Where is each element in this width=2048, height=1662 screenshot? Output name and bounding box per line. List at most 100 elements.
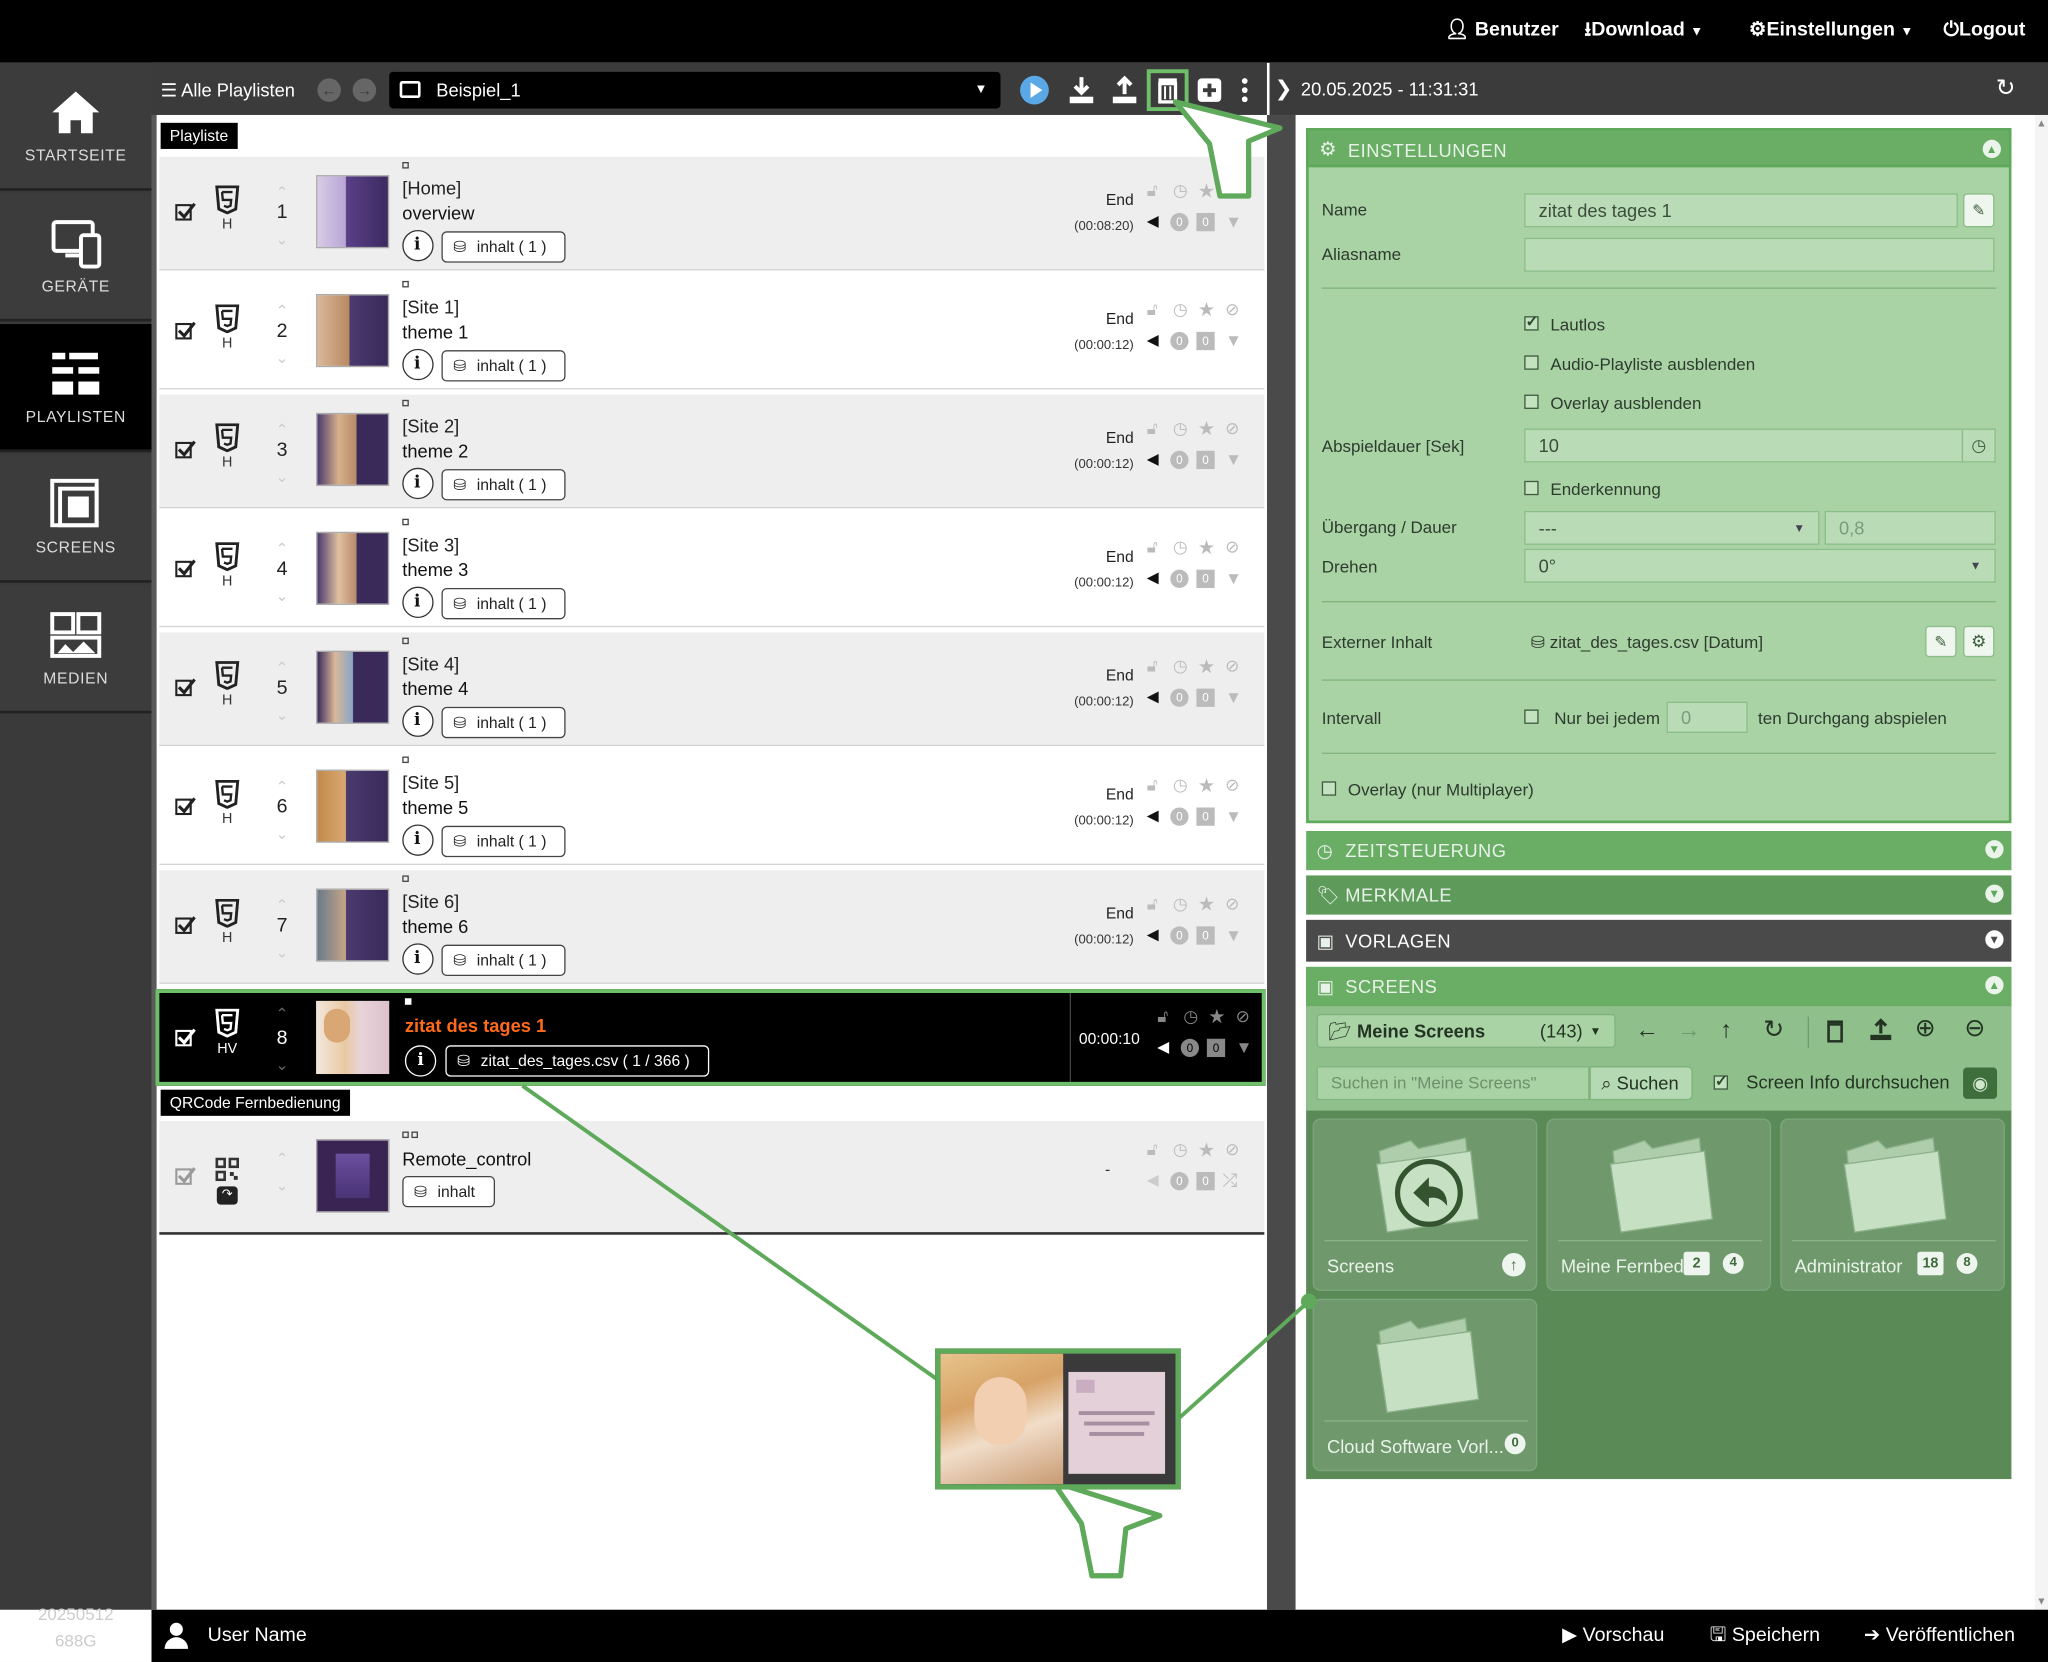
filter-icon[interactable]: ▼ [1225,806,1242,826]
info-icon[interactable] [402,705,434,737]
content-button[interactable]: ⛁ inhalt ( 1 ) [441,825,567,858]
overlay-checkbox[interactable] [1524,394,1539,409]
dauer-input[interactable]: 10 [1524,428,1964,463]
sidebar-item-startseite[interactable]: STARTSEITE [0,62,152,191]
edit-icon[interactable]: ✎ [1925,625,1957,658]
sidebar-item-medien[interactable]: MEDIEN [0,585,152,714]
clock-icon[interactable]: ◷ [1173,180,1188,201]
section-zeitsteuerung[interactable]: ◷ ZEITSTEUERUNG ▼ [1306,830,2012,871]
intervall-checkbox[interactable] [1524,709,1539,724]
move-up-icon[interactable]: ⌃ [272,1005,293,1023]
clock-icon[interactable]: ◷ [1173,656,1188,677]
info-icon[interactable] [402,467,434,500]
chevron-down-icon[interactable]: ▼ [1985,840,2004,859]
mute-icon[interactable]: ◀ [1147,331,1159,349]
content-button[interactable]: ⛁ inhalt ( 1 ) [441,944,567,977]
filter-icon[interactable]: ▼ [1225,449,1242,469]
uebergang-select[interactable]: --- ▼ [1524,510,1820,545]
playlist-row[interactable]: H ⌃5 ⌄ [Site 4] theme 4 ⛁ inhalt ( 1 ) End (00:0… [159,632,1265,747]
move-up-icon[interactable]: ⌃ [272,660,293,676]
row-title[interactable]: theme 2 [402,440,468,461]
disable-icon[interactable]: ⊘ [1225,894,1239,915]
info-icon[interactable] [402,348,434,381]
playlist-row[interactable]: H ⌃1 ⌄ [Home] overview ⛁ inhalt ( 1 ) End (00:08… [159,156,1265,271]
mute-icon[interactable]: ◀ [1147,687,1159,705]
checkbox-checked-icon[interactable] [175,201,196,222]
arrow-left-icon[interactable]: ← [1635,1017,1659,1044]
clock-icon[interactable]: ◷ [1183,1006,1198,1027]
content-file-button[interactable]: ⛁ zitat_des_tages.csv ( 1 / 366 ) [445,1045,710,1077]
playlist-row[interactable]: H ⌃4 ⌄ [Site 3] theme 3 ⛁ inhalt ( 1 ) End (00:0… [159,513,1265,628]
lock-icon[interactable]: 🔓︎ [1147,656,1158,677]
chevron-right-icon[interactable]: ❯ [1275,76,1293,102]
mute-icon[interactable]: ◀ [1147,925,1159,943]
lock-icon[interactable]: 🔓︎ [1147,894,1158,915]
sidebar-item-playlisten[interactable]: PLAYLISTEN [0,324,152,453]
disable-icon[interactable]: ⊘ [1225,656,1239,677]
move-up-icon[interactable]: ⌃ [272,184,293,200]
uebergang-dauer-input[interactable]: 0,8 [1824,510,1996,545]
drehen-select[interactable]: 0° ▼ [1524,548,1996,583]
playlist-select[interactable]: Beispiel_1 ▼ [389,71,1001,109]
audio-checkbox[interactable] [1524,355,1539,370]
trash-icon[interactable] [1823,1019,1847,1043]
move-down-icon[interactable]: ⌄ [272,707,293,723]
checkbox-checked-icon[interactable] [175,1027,196,1048]
disable-icon[interactable]: ⊘ [1225,299,1239,320]
download-icon[interactable] [1066,74,1097,105]
lautlos-checkbox[interactable]: ✓ [1524,312,1539,331]
download-menu[interactable]: ⭳Download ▼ [1584,0,1703,60]
lock-icon[interactable]: 🔓︎ [1147,418,1158,439]
sidebar-item-screens[interactable]: SCREENS [0,454,152,583]
section-merkmale[interactable]: 🏷︎ MERKMALE ▼ [1306,875,2012,915]
zoom-out-icon[interactable]: ⊖ [1964,1014,1985,1044]
content-button[interactable]: ⛁ inhalt [402,1175,495,1208]
star-icon[interactable]: ★ [1208,1005,1226,1028]
section-vorlagen[interactable]: ▣ VORLAGEN ▼ [1306,919,2012,962]
checkbox-checked-icon[interactable] [175,796,196,817]
info-icon[interactable] [402,943,434,975]
star-icon[interactable]: ★ [1198,774,1216,797]
shuffle-icon[interactable]: ⤮ [1223,1169,1238,1191]
lock-icon[interactable]: 🔓︎ [1147,299,1158,320]
chevron-down-icon[interactable]: ▼ [1985,930,2004,949]
intervall-input[interactable]: 0 [1666,701,1748,734]
lock-icon[interactable]: 🔓︎ [1147,537,1158,558]
filter-icon[interactable]: ▼ [1225,687,1242,707]
play-icon[interactable] [1019,74,1050,105]
disable-icon[interactable]: ⊘ [1225,1139,1239,1160]
row-title[interactable]: theme 1 [402,321,468,342]
enderkennung-checkbox[interactable] [1524,480,1539,496]
move-up-icon[interactable]: ⌃ [272,1151,293,1167]
playlist-row[interactable]: H ⌃7 ⌄ [Site 6] theme 6 ⛁ inhalt ( 1 ) End (00:0… [159,870,1265,984]
disable-icon[interactable]: ⊘ [1225,775,1239,796]
folder-card-administrator[interactable]: Administrator 18 8 [1780,1118,2005,1291]
content-button[interactable]: ⛁ inhalt ( 1 ) [441,350,567,382]
clock-icon[interactable]: ◷ [1173,1139,1188,1160]
info-icon[interactable] [402,824,434,856]
upload-icon[interactable] [1109,74,1140,105]
disable-icon[interactable]: ⊘ [1225,180,1239,201]
arrow-right-icon[interactable]: → [1677,1017,1701,1044]
move-down-icon[interactable]: ⌄ [272,1177,293,1193]
zoom-in-icon[interactable]: ⊕ [1915,1014,1936,1044]
clock-icon[interactable]: ◷ [1961,428,1996,463]
move-down-icon[interactable]: ⌄ [272,469,293,485]
panel-divider[interactable] [1266,114,1296,1610]
row-title[interactable]: theme 5 [402,797,468,818]
section-screens[interactable]: ▣ SCREENS ▲ [1306,966,2012,1007]
vorschau-button[interactable]: ▶ Vorschau [1562,1610,1664,1662]
mute-icon[interactable]: ◀ [1147,1171,1159,1189]
chevron-down-icon[interactable]: ▼ [1985,884,2004,903]
clock-icon[interactable]: ◷ [1173,299,1188,320]
lock-icon[interactable]: 🔓︎ [1147,775,1158,796]
checkbox-checked-icon[interactable] [175,320,196,341]
playlist-row[interactable]: H ⌃2 ⌄ [Site 1] theme 1 ⛁ inhalt ( 1 ) End (00:0… [159,275,1265,390]
star-icon[interactable]: ★ [1198,536,1216,559]
clock-icon[interactable]: ◷ [1173,894,1188,915]
move-down-icon[interactable]: ⌄ [272,945,293,961]
eye-icon[interactable]: ◉ [1963,1067,1998,1099]
chevron-up-icon[interactable]: ▲ [1982,139,2001,159]
screen-info-checkbox[interactable]: ✓ [1713,1071,1728,1090]
mute-icon[interactable]: ◀ [1147,449,1159,467]
